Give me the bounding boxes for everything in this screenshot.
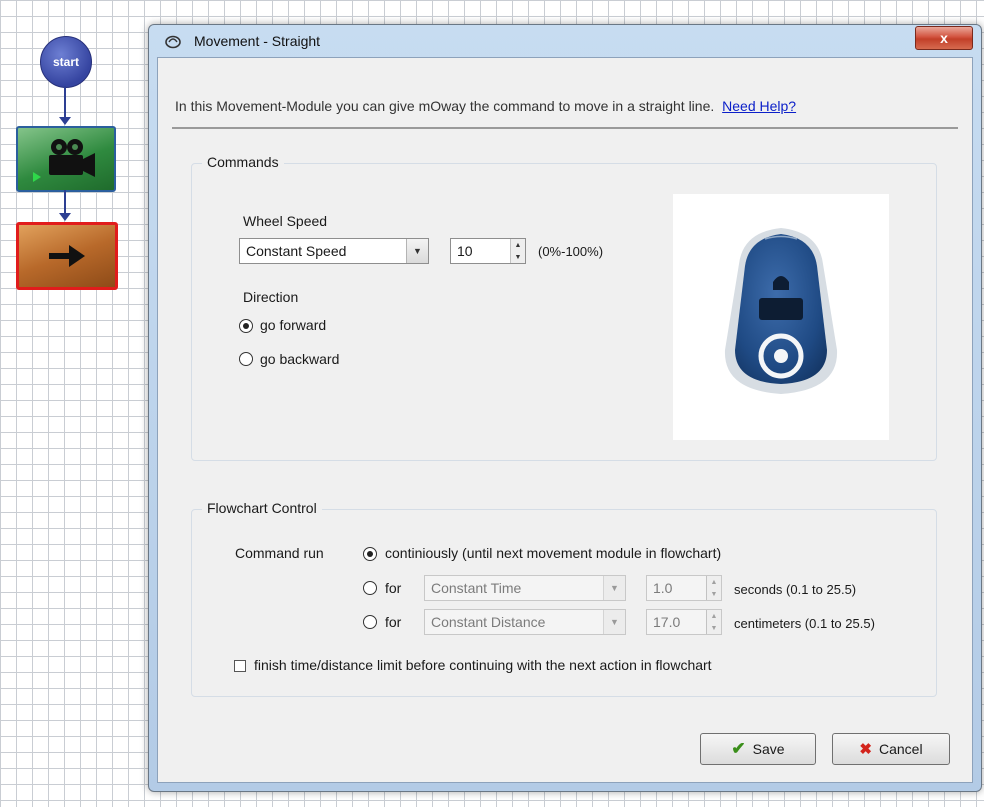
distance-value-stepper[interactable]: 17.0 ▲ ▼ [646, 609, 722, 635]
finish-limit-label: finish time/distance limit before contin… [254, 657, 712, 673]
distance-mode-select[interactable]: Constant Distance ▼ [424, 609, 626, 635]
go-backward-label: go backward [260, 351, 340, 367]
cross-icon: ✖ [859, 741, 872, 758]
cancel-label: Cancel [878, 741, 923, 757]
need-help-link[interactable]: Need Help? [722, 98, 796, 114]
finish-limit-checkbox[interactable] [234, 660, 246, 672]
speed-value: 10 [457, 243, 473, 259]
flowchart-control-title: Flowchart Control [202, 500, 322, 516]
chevron-down-icon[interactable]: ▼ [603, 610, 625, 634]
arrow-right-icon [49, 245, 85, 267]
stepper-arrows[interactable]: ▲ ▼ [706, 610, 721, 634]
save-label: Save [752, 741, 785, 757]
connector-arrow [59, 117, 71, 125]
stepper-arrows[interactable]: ▲ ▼ [510, 239, 525, 263]
video-camera-icon [33, 139, 95, 182]
dialog-titlebar[interactable]: Movement - Straight x [149, 25, 981, 57]
start-label: start [52, 55, 79, 69]
distance-units-label: centimeters (0.1 to 25.5) [734, 616, 875, 631]
stepper-down-icon[interactable]: ▼ [707, 622, 721, 634]
stepper-up-icon[interactable]: ▲ [511, 239, 525, 251]
stepper-up-icon[interactable]: ▲ [707, 610, 721, 622]
chevron-down-icon[interactable]: ▼ [406, 239, 428, 263]
for-distance-label: for [385, 614, 402, 630]
for-time-label: for [385, 580, 402, 596]
stepper-down-icon[interactable]: ▼ [707, 588, 721, 600]
connector-arrow [59, 213, 71, 221]
direction-label: Direction [243, 289, 299, 305]
go-backward-radio[interactable] [239, 352, 253, 366]
distance-mode-value: Constant Distance [431, 614, 546, 630]
intro-text-row: In this Movement-Module you can give mOw… [175, 98, 796, 114]
chevron-down-icon[interactable]: ▼ [603, 576, 625, 600]
time-value: 1.0 [653, 580, 673, 596]
robot-image-panel [673, 194, 889, 440]
stepper-down-icon[interactable]: ▼ [511, 251, 525, 263]
flow-block-video[interactable] [16, 126, 116, 192]
checkmark-icon: ✔ [731, 739, 746, 758]
time-units-label: seconds (0.1 to 25.5) [734, 582, 857, 597]
connector-line [64, 190, 66, 214]
go-forward-radio[interactable] [239, 319, 253, 333]
mouse-app-icon [165, 35, 181, 49]
flow-block-movement-straight[interactable] [16, 222, 118, 290]
connector-line [64, 86, 66, 118]
for-time-radio[interactable] [363, 581, 377, 595]
start-node[interactable]: start [40, 36, 92, 88]
for-distance-radio[interactable] [363, 615, 377, 629]
movement-dialog: Movement - Straight x In this Movement-M… [148, 24, 982, 792]
intro-text: In this Movement-Module you can give mOw… [175, 98, 715, 114]
save-button[interactable]: ✔ Save [700, 733, 816, 765]
close-button[interactable]: x [915, 26, 973, 50]
speed-value-stepper[interactable]: 10 ▲ ▼ [450, 238, 526, 264]
time-mode-value: Constant Time [431, 580, 522, 596]
time-value-stepper[interactable]: 1.0 ▲ ▼ [646, 575, 722, 601]
moway-robot-image [724, 228, 838, 394]
command-run-label: Command run [235, 545, 324, 561]
speed-range-label: (0%-100%) [538, 244, 604, 259]
wheel-speed-label: Wheel Speed [243, 213, 328, 229]
distance-value: 17.0 [653, 614, 681, 630]
go-forward-label: go forward [260, 317, 327, 333]
time-mode-select[interactable]: Constant Time ▼ [424, 575, 626, 601]
speed-mode-select[interactable]: Constant Speed ▼ [239, 238, 429, 264]
header-separator [172, 127, 958, 129]
stepper-arrows[interactable]: ▲ ▼ [706, 576, 721, 600]
stepper-up-icon[interactable]: ▲ [707, 576, 721, 588]
close-icon: x [940, 30, 948, 46]
commands-group-title: Commands [202, 154, 284, 170]
speed-mode-value: Constant Speed [246, 243, 347, 259]
continuous-radio[interactable] [363, 547, 377, 561]
cancel-button[interactable]: ✖ Cancel [832, 733, 950, 765]
continuous-label: continiously (until next movement module… [385, 545, 722, 561]
dialog-title: Movement - Straight [194, 33, 321, 49]
